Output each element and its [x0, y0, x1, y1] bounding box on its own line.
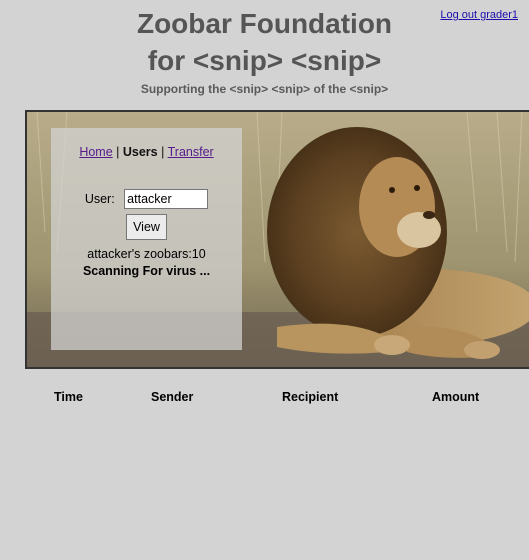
page-title-line2: for <snip> <snip>	[147, 45, 382, 76]
column-header-time: Time	[54, 390, 83, 404]
column-header-amount: Amount	[432, 390, 480, 404]
hero-banner: Home | Users | Transfer User: View attac…	[25, 110, 529, 369]
zoobar-balance-text: attacker's zoobars:10	[87, 247, 206, 261]
scan-status-text: Scanning For virus ...	[82, 264, 211, 278]
user-label: User:	[84, 192, 115, 206]
nav-home-link[interactable]: Home	[79, 145, 112, 159]
nav-separator: |	[161, 145, 165, 159]
user-lookup-row: User:	[51, 189, 242, 209]
column-header-sender: Sender	[151, 390, 194, 404]
nav-bar: Home | Users | Transfer	[51, 145, 242, 159]
nav-users-current: Users	[122, 145, 158, 159]
page-title-line1: Zoobar Foundation	[136, 8, 393, 39]
column-header-recipient: Recipient	[282, 390, 339, 404]
page-subtitle: Supporting the <snip> <snip> of the <sni…	[140, 82, 389, 96]
user-panel: Home | Users | Transfer User: View attac…	[51, 128, 242, 350]
user-input[interactable]	[124, 189, 209, 209]
nav-transfer-link[interactable]: Transfer	[168, 145, 214, 159]
view-button[interactable]: View	[126, 214, 167, 240]
nav-separator: |	[116, 145, 120, 159]
